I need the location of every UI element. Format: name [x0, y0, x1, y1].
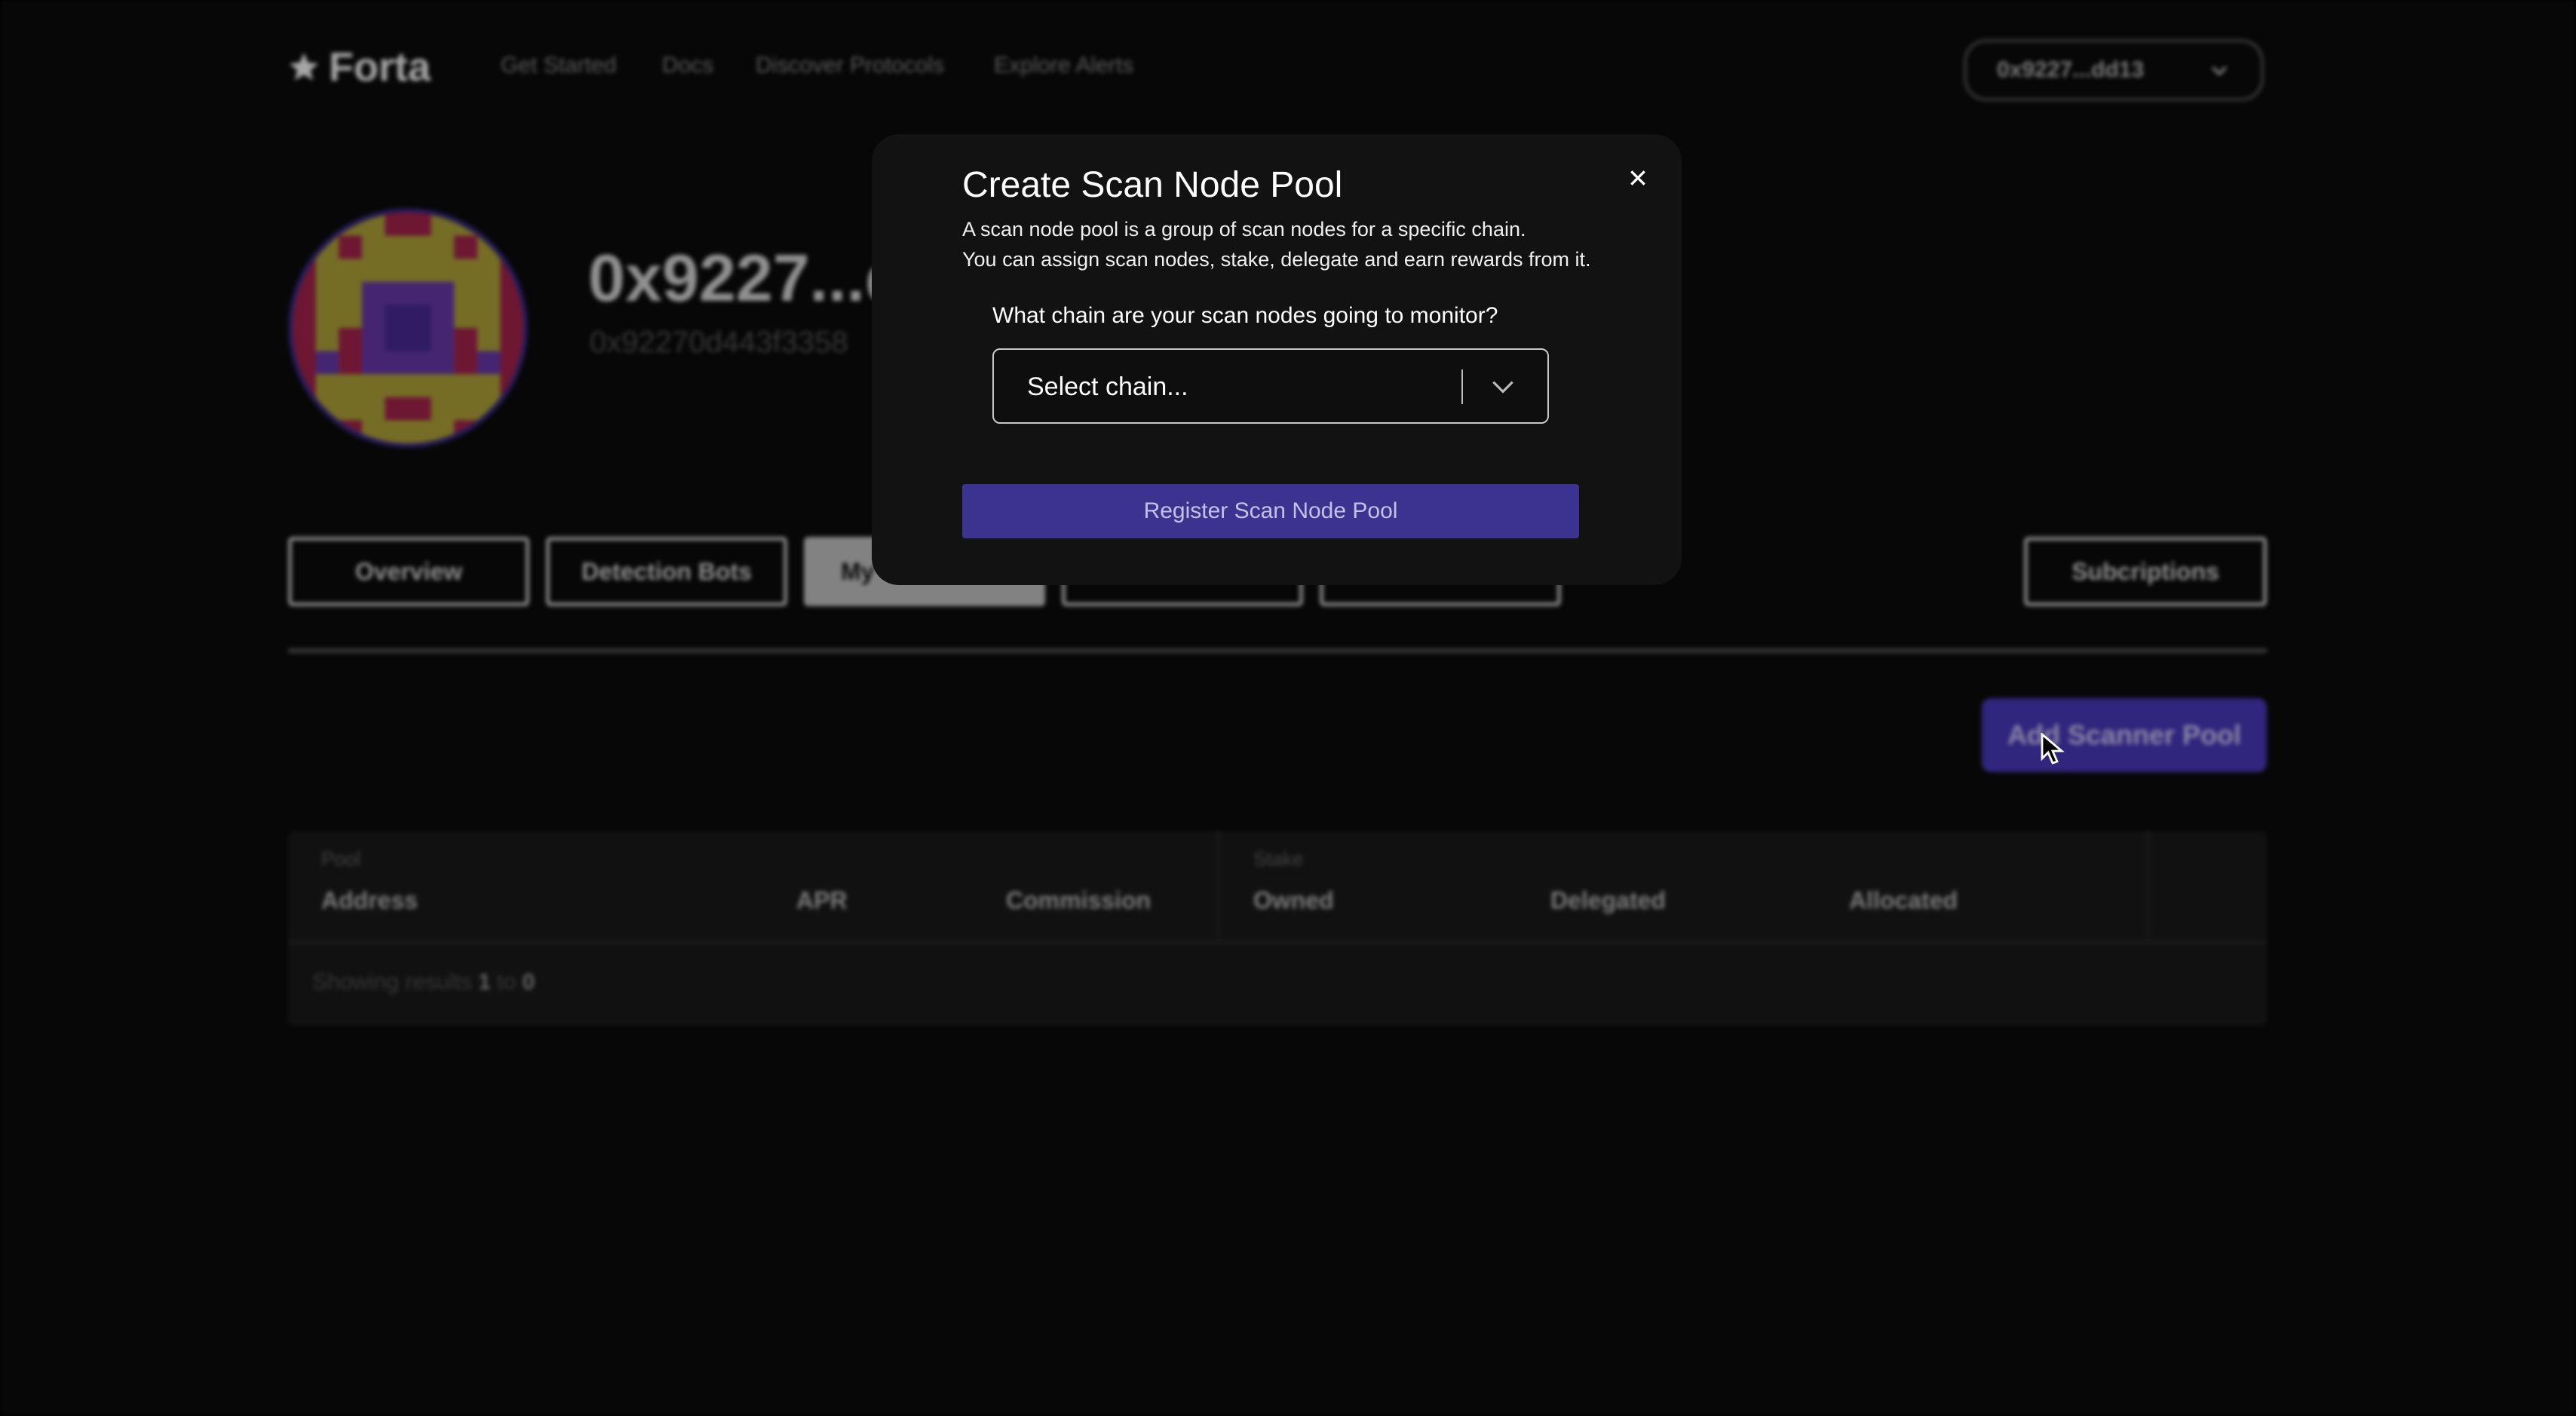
mouse-cursor-icon — [2041, 733, 2065, 765]
close-button[interactable] — [1621, 161, 1654, 195]
modal-description: A scan node pool is a group of scan node… — [962, 214, 1591, 274]
chain-select[interactable]: Select chain... — [992, 348, 1549, 424]
chain-question-label: What chain are your scan nodes going to … — [992, 303, 1498, 328]
register-scan-node-pool-button[interactable]: Register Scan Node Pool — [962, 484, 1579, 538]
chain-select-placeholder: Select chain... — [1027, 372, 1188, 401]
modal-description-line: You can assign scan nodes, stake, delega… — [962, 248, 1591, 271]
modal-title: Create Scan Node Pool — [962, 165, 1343, 205]
select-separator — [1461, 369, 1463, 404]
chevron-down-icon[interactable] — [1489, 372, 1517, 401]
close-icon — [1630, 170, 1645, 185]
modal-description-line: A scan node pool is a group of scan node… — [962, 218, 1526, 241]
create-scan-node-pool-modal: Create Scan Node Pool A scan node pool i… — [872, 134, 1682, 585]
